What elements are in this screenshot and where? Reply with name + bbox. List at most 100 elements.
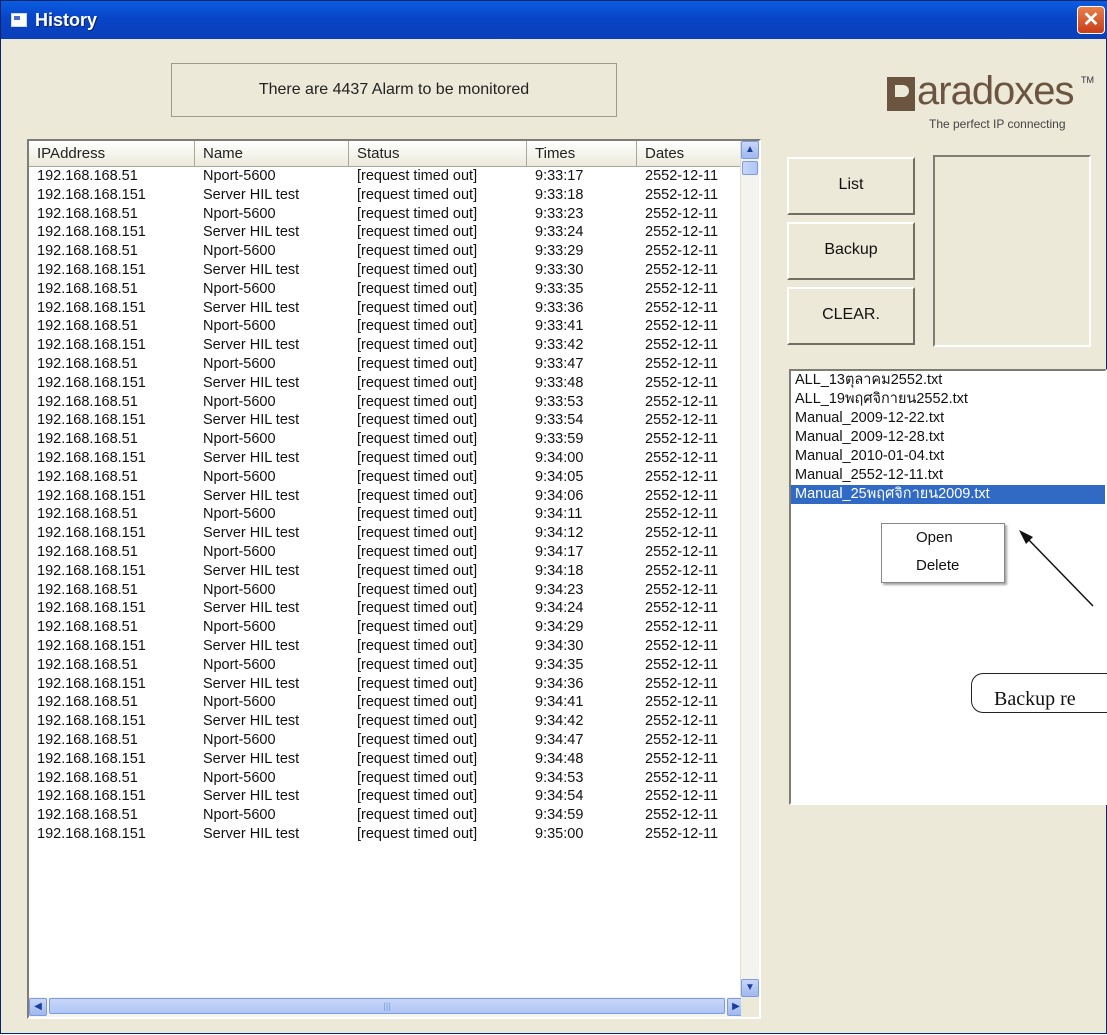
file-list-item[interactable]: Manual_2009-12-28.txt bbox=[791, 428, 1105, 447]
table-row[interactable]: 192.168.168.51 Nport-5600 [request timed o… bbox=[29, 543, 745, 562]
file-list-item[interactable]: Manual_2010-01-04.txt bbox=[791, 447, 1105, 466]
cell-date: 2552-12-11 bbox=[645, 487, 719, 504]
cell-time: 9:34:05 bbox=[535, 468, 584, 485]
cell-ipaddress: 192.168.168.151 bbox=[37, 562, 146, 579]
cell-name: Nport-5600 bbox=[203, 280, 276, 297]
table-row[interactable]: 192.168.168.151 Server HIL test [request t… bbox=[29, 336, 745, 355]
table-row[interactable]: 192.168.168.151 Server HIL test [request t… bbox=[29, 825, 745, 844]
scroll-left-icon[interactable]: ◀ bbox=[29, 998, 47, 1016]
table-row[interactable]: 192.168.168.51 Nport-5600 [request timed o… bbox=[29, 280, 745, 299]
file-list-item[interactable]: ALL_19พฤศจิกายน2552.txt bbox=[791, 390, 1105, 409]
vertical-scroll-thumb[interactable] bbox=[742, 161, 758, 175]
table-row[interactable]: 192.168.168.151 Server HIL test [request t… bbox=[29, 524, 745, 543]
table-row[interactable]: 192.168.168.51 Nport-5600 [request timed o… bbox=[29, 205, 745, 224]
cell-name: Nport-5600 bbox=[203, 205, 276, 222]
table-row[interactable]: 192.168.168.51 Nport-5600 [request timed o… bbox=[29, 731, 745, 750]
scroll-up-icon[interactable]: ▲ bbox=[741, 141, 759, 159]
cell-time: 9:33:42 bbox=[535, 337, 584, 354]
file-list-item[interactable]: Manual_2009-12-22.txt bbox=[791, 409, 1105, 428]
table-row[interactable]: 192.168.168.151 Server HIL test [request t… bbox=[29, 487, 745, 506]
cell-date: 2552-12-11 bbox=[645, 543, 719, 560]
file-list-item[interactable]: ALL_13ตุลาคม2552.txt bbox=[791, 371, 1105, 390]
table-row[interactable]: 192.168.168.151 Server HIL test [request t… bbox=[29, 712, 745, 731]
cell-time: 9:34:17 bbox=[535, 543, 584, 560]
table-row[interactable]: 192.168.168.51 Nport-5600 [request timed o… bbox=[29, 355, 745, 374]
file-list-item[interactable]: Manual_2552-12-11.txt bbox=[791, 466, 1105, 485]
cell-date: 2552-12-11 bbox=[645, 280, 719, 297]
cell-status: [request timed out] bbox=[357, 825, 478, 842]
cell-status: [request timed out] bbox=[357, 675, 478, 692]
backup-file-list[interactable]: ALL_13ตุลาคม2552.txt ALL_19พฤศจิกายน2552.… bbox=[789, 369, 1107, 805]
context-menu-open[interactable]: Open bbox=[882, 524, 1004, 552]
cell-name: Nport-5600 bbox=[203, 581, 276, 598]
cell-time: 9:34:24 bbox=[535, 600, 584, 617]
table-row[interactable]: 192.168.168.51 Nport-5600 [request timed o… bbox=[29, 656, 745, 675]
cell-name: Server HIL test bbox=[203, 525, 300, 542]
cell-name: Server HIL test bbox=[203, 337, 300, 354]
table-row[interactable]: 192.168.168.151 Server HIL test [request t… bbox=[29, 261, 745, 280]
cell-date: 2552-12-11 bbox=[645, 788, 719, 805]
table-row[interactable]: 192.168.168.151 Server HIL test [request t… bbox=[29, 562, 745, 581]
clear-button[interactable]: CLEAR. bbox=[787, 287, 915, 345]
vertical-scrollbar[interactable]: ▲ ▼ bbox=[740, 141, 759, 997]
cell-time: 9:33:30 bbox=[535, 261, 584, 278]
table-row[interactable]: 192.168.168.51 Nport-5600 [request timed o… bbox=[29, 693, 745, 712]
cell-date: 2552-12-11 bbox=[645, 468, 719, 485]
title-bar[interactable]: History ✕ bbox=[1, 1, 1107, 39]
table-row[interactable]: 192.168.168.51 Nport-5600 [request timed o… bbox=[29, 581, 745, 600]
table-row[interactable]: 192.168.168.51 Nport-5600 [request timed o… bbox=[29, 468, 745, 487]
cell-name: Server HIL test bbox=[203, 562, 300, 579]
table-row[interactable]: 192.168.168.51 Nport-5600 [request timed o… bbox=[29, 317, 745, 336]
table-row[interactable]: 192.168.168.51 Nport-5600 [request timed o… bbox=[29, 505, 745, 524]
cell-name: Server HIL test bbox=[203, 412, 300, 429]
table-row[interactable]: 192.168.168.151 Server HIL test [request t… bbox=[29, 374, 745, 393]
cell-time: 9:33:47 bbox=[535, 355, 584, 372]
table-row[interactable]: 192.168.168.51 Nport-5600 [request timed o… bbox=[29, 167, 745, 186]
cell-ipaddress: 192.168.168.51 bbox=[37, 393, 138, 410]
table-row[interactable]: 192.168.168.51 Nport-5600 [request timed o… bbox=[29, 242, 745, 261]
cell-date: 2552-12-11 bbox=[645, 769, 719, 786]
column-header-name[interactable]: Name bbox=[195, 141, 349, 167]
column-header-dates[interactable]: Dates bbox=[637, 141, 745, 167]
cell-time: 9:33:29 bbox=[535, 243, 584, 260]
cell-name: Server HIL test bbox=[203, 788, 300, 805]
cell-status: [request timed out] bbox=[357, 261, 478, 278]
column-header-status[interactable]: Status bbox=[349, 141, 527, 167]
table-row[interactable]: 192.168.168.51 Nport-5600 [request timed o… bbox=[29, 806, 745, 825]
cell-time: 9:33:41 bbox=[535, 318, 584, 335]
close-button[interactable]: ✕ bbox=[1077, 6, 1105, 34]
alarm-history-table[interactable]: IPAddress Name Status Times Dates 192.16… bbox=[27, 139, 761, 1019]
backup-button[interactable]: Backup bbox=[787, 222, 915, 280]
table-row[interactable]: 192.168.168.151 Server HIL test [request t… bbox=[29, 787, 745, 806]
file-list-item[interactable]: Manual_25พฤศจิกายน2009.txt bbox=[791, 485, 1105, 504]
list-button[interactable]: List bbox=[787, 157, 915, 215]
column-header-ipaddress[interactable]: IPAddress bbox=[29, 141, 195, 167]
cell-ipaddress: 192.168.168.51 bbox=[37, 468, 138, 485]
table-row[interactable]: 192.168.168.151 Server HIL test [request t… bbox=[29, 599, 745, 618]
context-menu-delete[interactable]: Delete bbox=[882, 552, 1004, 580]
table-row[interactable]: 192.168.168.151 Server HIL test [request t… bbox=[29, 411, 745, 430]
horizontal-scroll-thumb[interactable]: ||| bbox=[49, 998, 725, 1014]
table-row[interactable]: 192.168.168.51 Nport-5600 [request timed o… bbox=[29, 430, 745, 449]
table-row[interactable]: 192.168.168.151 Server HIL test [request t… bbox=[29, 299, 745, 318]
table-row[interactable]: 192.168.168.151 Server HIL test [request t… bbox=[29, 675, 745, 694]
cell-date: 2552-12-11 bbox=[645, 637, 719, 654]
cell-ipaddress: 192.168.168.151 bbox=[37, 600, 146, 617]
scroll-down-icon[interactable]: ▼ bbox=[741, 979, 759, 997]
cell-status: [request timed out] bbox=[357, 731, 478, 748]
table-row[interactable]: 192.168.168.51 Nport-5600 [request timed o… bbox=[29, 769, 745, 788]
cell-time: 9:34:41 bbox=[535, 694, 584, 711]
cell-status: [request timed out] bbox=[357, 280, 478, 297]
table-row[interactable]: 192.168.168.151 Server HIL test [request t… bbox=[29, 637, 745, 656]
horizontal-scrollbar[interactable]: ◀ ||| ▶ bbox=[29, 997, 745, 1017]
table-row[interactable]: 192.168.168.151 Server HIL test [request t… bbox=[29, 186, 745, 205]
column-header-times[interactable]: Times bbox=[527, 141, 637, 167]
history-window: History ✕ There are 4437 Alarm to be mon… bbox=[0, 0, 1107, 1034]
table-row[interactable]: 192.168.168.51 Nport-5600 [request timed o… bbox=[29, 393, 745, 412]
table-row[interactable]: 192.168.168.151 Server HIL test [request t… bbox=[29, 750, 745, 769]
cell-date: 2552-12-11 bbox=[645, 261, 719, 278]
table-row[interactable]: 192.168.168.151 Server HIL test [request t… bbox=[29, 449, 745, 468]
table-row[interactable]: 192.168.168.151 Server HIL test [request t… bbox=[29, 223, 745, 242]
cell-date: 2552-12-11 bbox=[645, 675, 719, 692]
table-row[interactable]: 192.168.168.51 Nport-5600 [request timed o… bbox=[29, 618, 745, 637]
